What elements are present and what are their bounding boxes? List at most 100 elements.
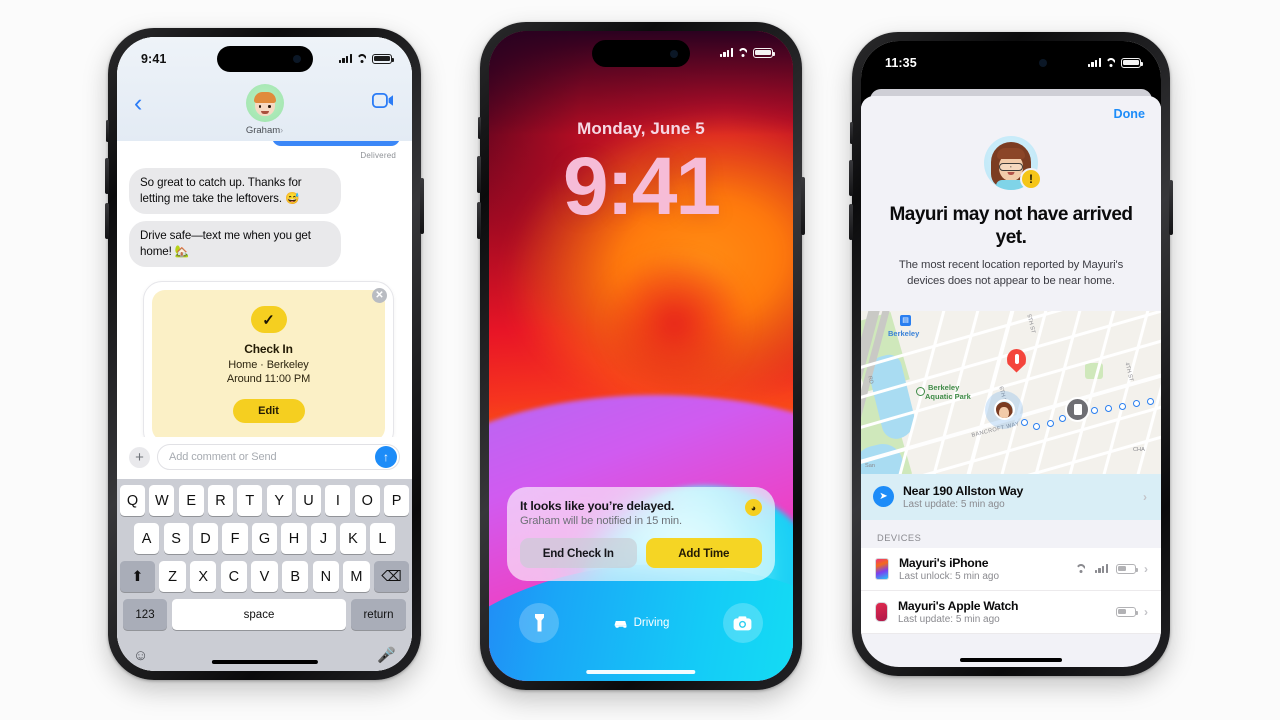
keyboard[interactable]: Q W E R T Y U I O P A S D F G H J K L ⬆ …: [117, 479, 412, 671]
check-in-destination: Home · Berkeley: [228, 359, 309, 372]
mute-switch[interactable]: [850, 122, 853, 144]
front-camera-icon: [670, 49, 678, 58]
facetime-button[interactable]: [371, 92, 394, 113]
emoji-smiley-icon[interactable]: ☺: [133, 647, 148, 664]
map-label: Aquatic Park: [925, 391, 971, 401]
list-item[interactable]: Mayuri's iPhone Last unlock: 5 min ago ›: [861, 548, 1161, 591]
edit-button[interactable]: Edit: [232, 398, 305, 423]
volume-up-button[interactable]: [105, 158, 109, 194]
key-s[interactable]: S: [163, 523, 189, 554]
sheet-title: Mayuri may not have arrived yet.: [889, 204, 1133, 249]
key-j[interactable]: J: [310, 523, 337, 554]
done-button[interactable]: Done: [1114, 107, 1145, 121]
check-in-notification[interactable]: It looks like you’re delayed. Graham wil…: [507, 487, 775, 581]
volume-down-button[interactable]: [849, 204, 853, 240]
power-button[interactable]: [1169, 180, 1173, 235]
shift-up-icon[interactable]: ⬆: [120, 561, 155, 592]
key-n[interactable]: N: [312, 561, 339, 592]
person-location-marker[interactable]: [985, 390, 1023, 429]
add-time-button[interactable]: Add Time: [645, 538, 762, 568]
home-indicator[interactable]: [211, 659, 318, 664]
video-camera-icon: [371, 92, 393, 108]
flashlight-button[interactable]: [519, 603, 559, 643]
key-y[interactable]: Y: [266, 485, 292, 516]
keyboard-bottom-bar: ☺ 🎤: [120, 637, 409, 671]
back-button[interactable]: ‹: [134, 91, 142, 116]
backspace-icon[interactable]: ⌫: [373, 561, 409, 592]
key-f[interactable]: F: [222, 523, 248, 554]
map-pin-icon[interactable]: [1007, 348, 1026, 373]
messages-app: 9:41 ‹ Graham› Delivered So great to cat…: [117, 37, 412, 671]
key-c[interactable]: C: [220, 561, 247, 592]
key-r[interactable]: R: [208, 485, 233, 516]
lock-time: 9:41: [562, 141, 721, 232]
chevron-right-icon: ›: [1144, 604, 1148, 619]
key-b[interactable]: B: [282, 561, 309, 592]
key-o[interactable]: O: [354, 485, 380, 516]
composer: + Add comment or Send ↑: [117, 437, 412, 479]
battery-icon: [753, 47, 775, 58]
space-key[interactable]: space: [172, 599, 346, 630]
breadcrumb-trail-dots: [1147, 397, 1154, 405]
key-l[interactable]: L: [369, 523, 395, 554]
memoji-avatar-graham: [245, 84, 284, 122]
flashlight-icon: [534, 614, 544, 632]
message-input[interactable]: Add comment or Send ↑: [157, 444, 400, 470]
cellular-bars-icon: [1094, 564, 1108, 573]
volume-down-button[interactable]: [477, 202, 481, 239]
breadcrumb-trail-dots: [1105, 404, 1112, 412]
phone-find-my: 11:35 Done ! Mayuri may not have arrived…: [849, 32, 1173, 676]
key-d[interactable]: D: [192, 523, 219, 554]
check-in-title: Check In: [244, 342, 293, 357]
message-list: Delivered So great to catch up. Thanks f…: [117, 141, 412, 437]
contact-avatar-block[interactable]: Graham›: [245, 84, 284, 136]
key-w[interactable]: W: [149, 485, 175, 516]
mute-switch[interactable]: [106, 120, 109, 142]
end-check-in-button[interactable]: End Check In: [520, 538, 637, 568]
key-i[interactable]: I: [325, 485, 351, 516]
key-k[interactable]: K: [340, 523, 366, 554]
map-view[interactable]: Berkeley ▤ Berkeley Aquatic Park BANCROF…: [861, 310, 1161, 474]
transit-station-icon: ▤: [900, 314, 911, 326]
key-a[interactable]: A: [134, 523, 160, 554]
home-indicator[interactable]: [960, 657, 1062, 662]
volume-down-button[interactable]: [105, 203, 109, 239]
camera-icon: [734, 615, 752, 630]
plus-icon[interactable]: +: [129, 446, 150, 468]
power-button[interactable]: [420, 178, 424, 234]
chevron-right-icon: ›: [1143, 489, 1147, 504]
power-button[interactable]: [801, 177, 805, 235]
key-z[interactable]: Z: [159, 561, 186, 592]
breadcrumb-trail-dots: [1091, 406, 1098, 414]
message-bubble: So great to catch up. Thanks for letting…: [129, 168, 341, 215]
key-e[interactable]: E: [178, 485, 204, 516]
key-u[interactable]: U: [296, 485, 321, 516]
location-row[interactable]: ➤ Near 190 Allston Way Last update: 5 mi…: [861, 473, 1161, 520]
key-p[interactable]: P: [384, 485, 410, 516]
wifi-icon: [1074, 564, 1087, 573]
mute-switch[interactable]: [478, 117, 481, 139]
list-item[interactable]: Mayuri's Apple Watch Last update: 5 min …: [861, 591, 1161, 634]
breadcrumb-trail-dots: [1033, 422, 1040, 430]
chevron-right-icon: ›: [1144, 561, 1148, 576]
send-button[interactable]: ↑: [375, 446, 397, 468]
key-t[interactable]: T: [237, 485, 263, 516]
microphone-icon[interactable]: 🎤: [377, 646, 396, 664]
key-m[interactable]: M: [343, 561, 370, 592]
focus-status[interactable]: Driving: [613, 617, 669, 629]
key-q[interactable]: Q: [119, 485, 145, 516]
home-indicator[interactable]: [586, 669, 696, 674]
key-h[interactable]: H: [281, 523, 307, 554]
key-x[interactable]: X: [190, 561, 217, 592]
return-key[interactable]: return: [351, 599, 406, 630]
close-circle-icon[interactable]: ✕: [372, 288, 387, 304]
volume-up-button[interactable]: [477, 156, 481, 193]
volume-up-button[interactable]: [849, 160, 853, 196]
check-in-card[interactable]: ✕ ✓ Check In Home · Berkeley Around 11:0…: [143, 281, 394, 437]
camera-button[interactable]: [722, 603, 763, 643]
device-location-marker[interactable]: [1065, 396, 1090, 422]
battery-icon: [372, 53, 394, 64]
key-g[interactable]: G: [251, 523, 278, 554]
key-v[interactable]: V: [251, 561, 278, 592]
numbers-key[interactable]: 123: [123, 599, 167, 630]
